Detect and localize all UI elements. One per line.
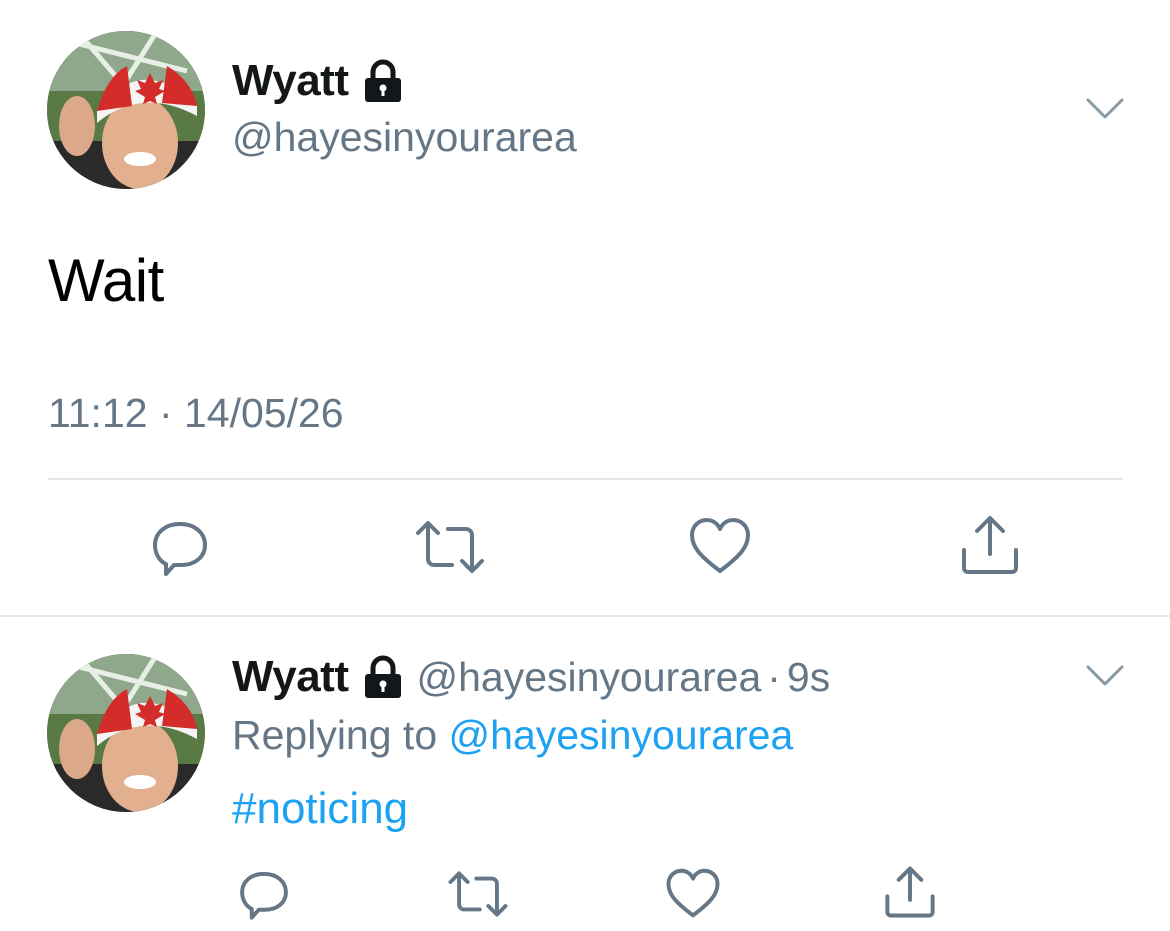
avatar[interactable] bbox=[47, 654, 205, 812]
retweet-button[interactable] bbox=[447, 868, 509, 920]
share-icon bbox=[882, 865, 938, 919]
retweet-button[interactable] bbox=[414, 517, 486, 577]
reply-icon bbox=[148, 515, 212, 579]
separator: · bbox=[767, 653, 781, 700]
chevron-down-icon[interactable] bbox=[1086, 664, 1124, 688]
share-button[interactable] bbox=[958, 514, 1022, 576]
share-icon bbox=[958, 514, 1022, 576]
like-icon bbox=[688, 516, 752, 576]
display-name-text: Wyatt bbox=[232, 56, 349, 105]
divider bbox=[48, 478, 1123, 480]
reply-button[interactable] bbox=[148, 515, 212, 579]
chevron-down-icon[interactable] bbox=[1086, 97, 1124, 121]
timestamp[interactable]: 11:12 · 14/05/26 bbox=[48, 390, 344, 437]
replying-prefix: Replying to bbox=[232, 712, 438, 758]
hashtag-link[interactable]: #noticing bbox=[232, 784, 408, 834]
retweet-icon bbox=[414, 517, 486, 577]
relative-time[interactable]: 9s bbox=[787, 654, 830, 701]
handle[interactable]: @hayesinyourarea bbox=[416, 654, 761, 701]
like-button[interactable] bbox=[688, 516, 752, 576]
lock-icon bbox=[362, 59, 404, 103]
retweet-icon bbox=[447, 868, 509, 920]
like-icon bbox=[665, 867, 721, 920]
share-button[interactable] bbox=[882, 865, 938, 919]
like-button[interactable] bbox=[665, 867, 721, 920]
avatar[interactable] bbox=[47, 31, 205, 189]
lock-icon bbox=[362, 655, 404, 699]
reply-icon bbox=[236, 866, 292, 922]
reply-header: Wyatt @hayesinyourarea · 9s bbox=[232, 652, 830, 702]
tweet-text: Wait bbox=[48, 247, 164, 314]
display-name[interactable]: Wyatt bbox=[232, 652, 349, 702]
divider bbox=[0, 615, 1170, 617]
replying-to: Replying to @hayesinyourarea bbox=[232, 712, 793, 759]
handle[interactable]: @hayesinyourarea bbox=[232, 114, 577, 161]
mention-link[interactable]: @hayesinyourarea bbox=[449, 712, 794, 758]
display-name[interactable]: Wyatt bbox=[232, 56, 404, 106]
reply-button[interactable] bbox=[236, 866, 292, 922]
